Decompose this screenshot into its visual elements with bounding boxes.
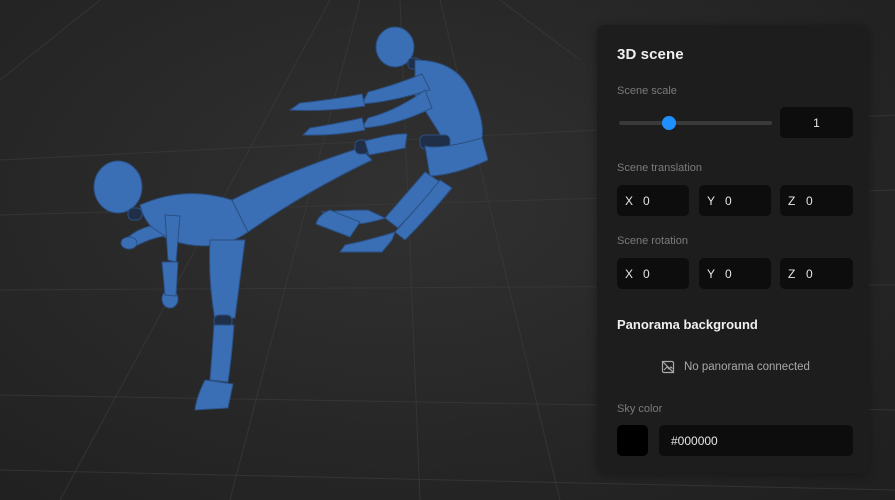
rotation-z-input[interactable]: Z 0 (780, 258, 853, 289)
panorama-status: No panorama connected (661, 360, 810, 374)
rotation-z-value: 0 (806, 267, 813, 281)
translation-x-label: X (625, 194, 634, 208)
translation-x-value: 0 (643, 194, 650, 208)
rotation-x-value: 0 (643, 267, 650, 281)
rotation-x-input[interactable]: X 0 (617, 258, 689, 289)
scene-scale-label: Scene scale (617, 85, 677, 97)
scene-scale-input[interactable]: 1 (780, 107, 853, 138)
panorama-background-title: Panorama background (617, 317, 758, 332)
translation-z-label: Z (788, 194, 796, 208)
scene-settings-panel: 3D scene Scene scale 1 Scene translation… (597, 25, 869, 473)
translation-y-value: 0 (725, 194, 732, 208)
scene-translation-label: Scene translation (617, 162, 702, 174)
scene-scale-value: 1 (813, 116, 820, 130)
rotation-x-label: X (625, 267, 634, 281)
translation-y-input[interactable]: Y 0 (699, 185, 771, 216)
translation-y-label: Y (707, 194, 716, 208)
translation-z-input[interactable]: Z 0 (780, 185, 853, 216)
panorama-status-text: No panorama connected (684, 361, 810, 373)
no-image-icon (661, 360, 675, 374)
sky-color-input[interactable]: #000000 (659, 425, 853, 456)
scene-scale-slider[interactable] (619, 116, 772, 130)
rotation-z-label: Z (788, 267, 796, 281)
sky-color-label: Sky color (617, 403, 663, 415)
scene-scale-slider-thumb[interactable] (662, 116, 677, 130)
translation-z-value: 0 (806, 194, 813, 208)
scene-rotation-label: Scene rotation (617, 235, 688, 247)
rotation-y-value: 0 (725, 267, 732, 281)
sky-color-value: #000000 (671, 434, 718, 448)
sky-color-swatch[interactable] (617, 425, 648, 456)
translation-x-input[interactable]: X 0 (617, 185, 689, 216)
rotation-y-label: Y (707, 267, 716, 281)
rotation-y-input[interactable]: Y 0 (699, 258, 771, 289)
panel-title: 3D scene (617, 46, 684, 63)
